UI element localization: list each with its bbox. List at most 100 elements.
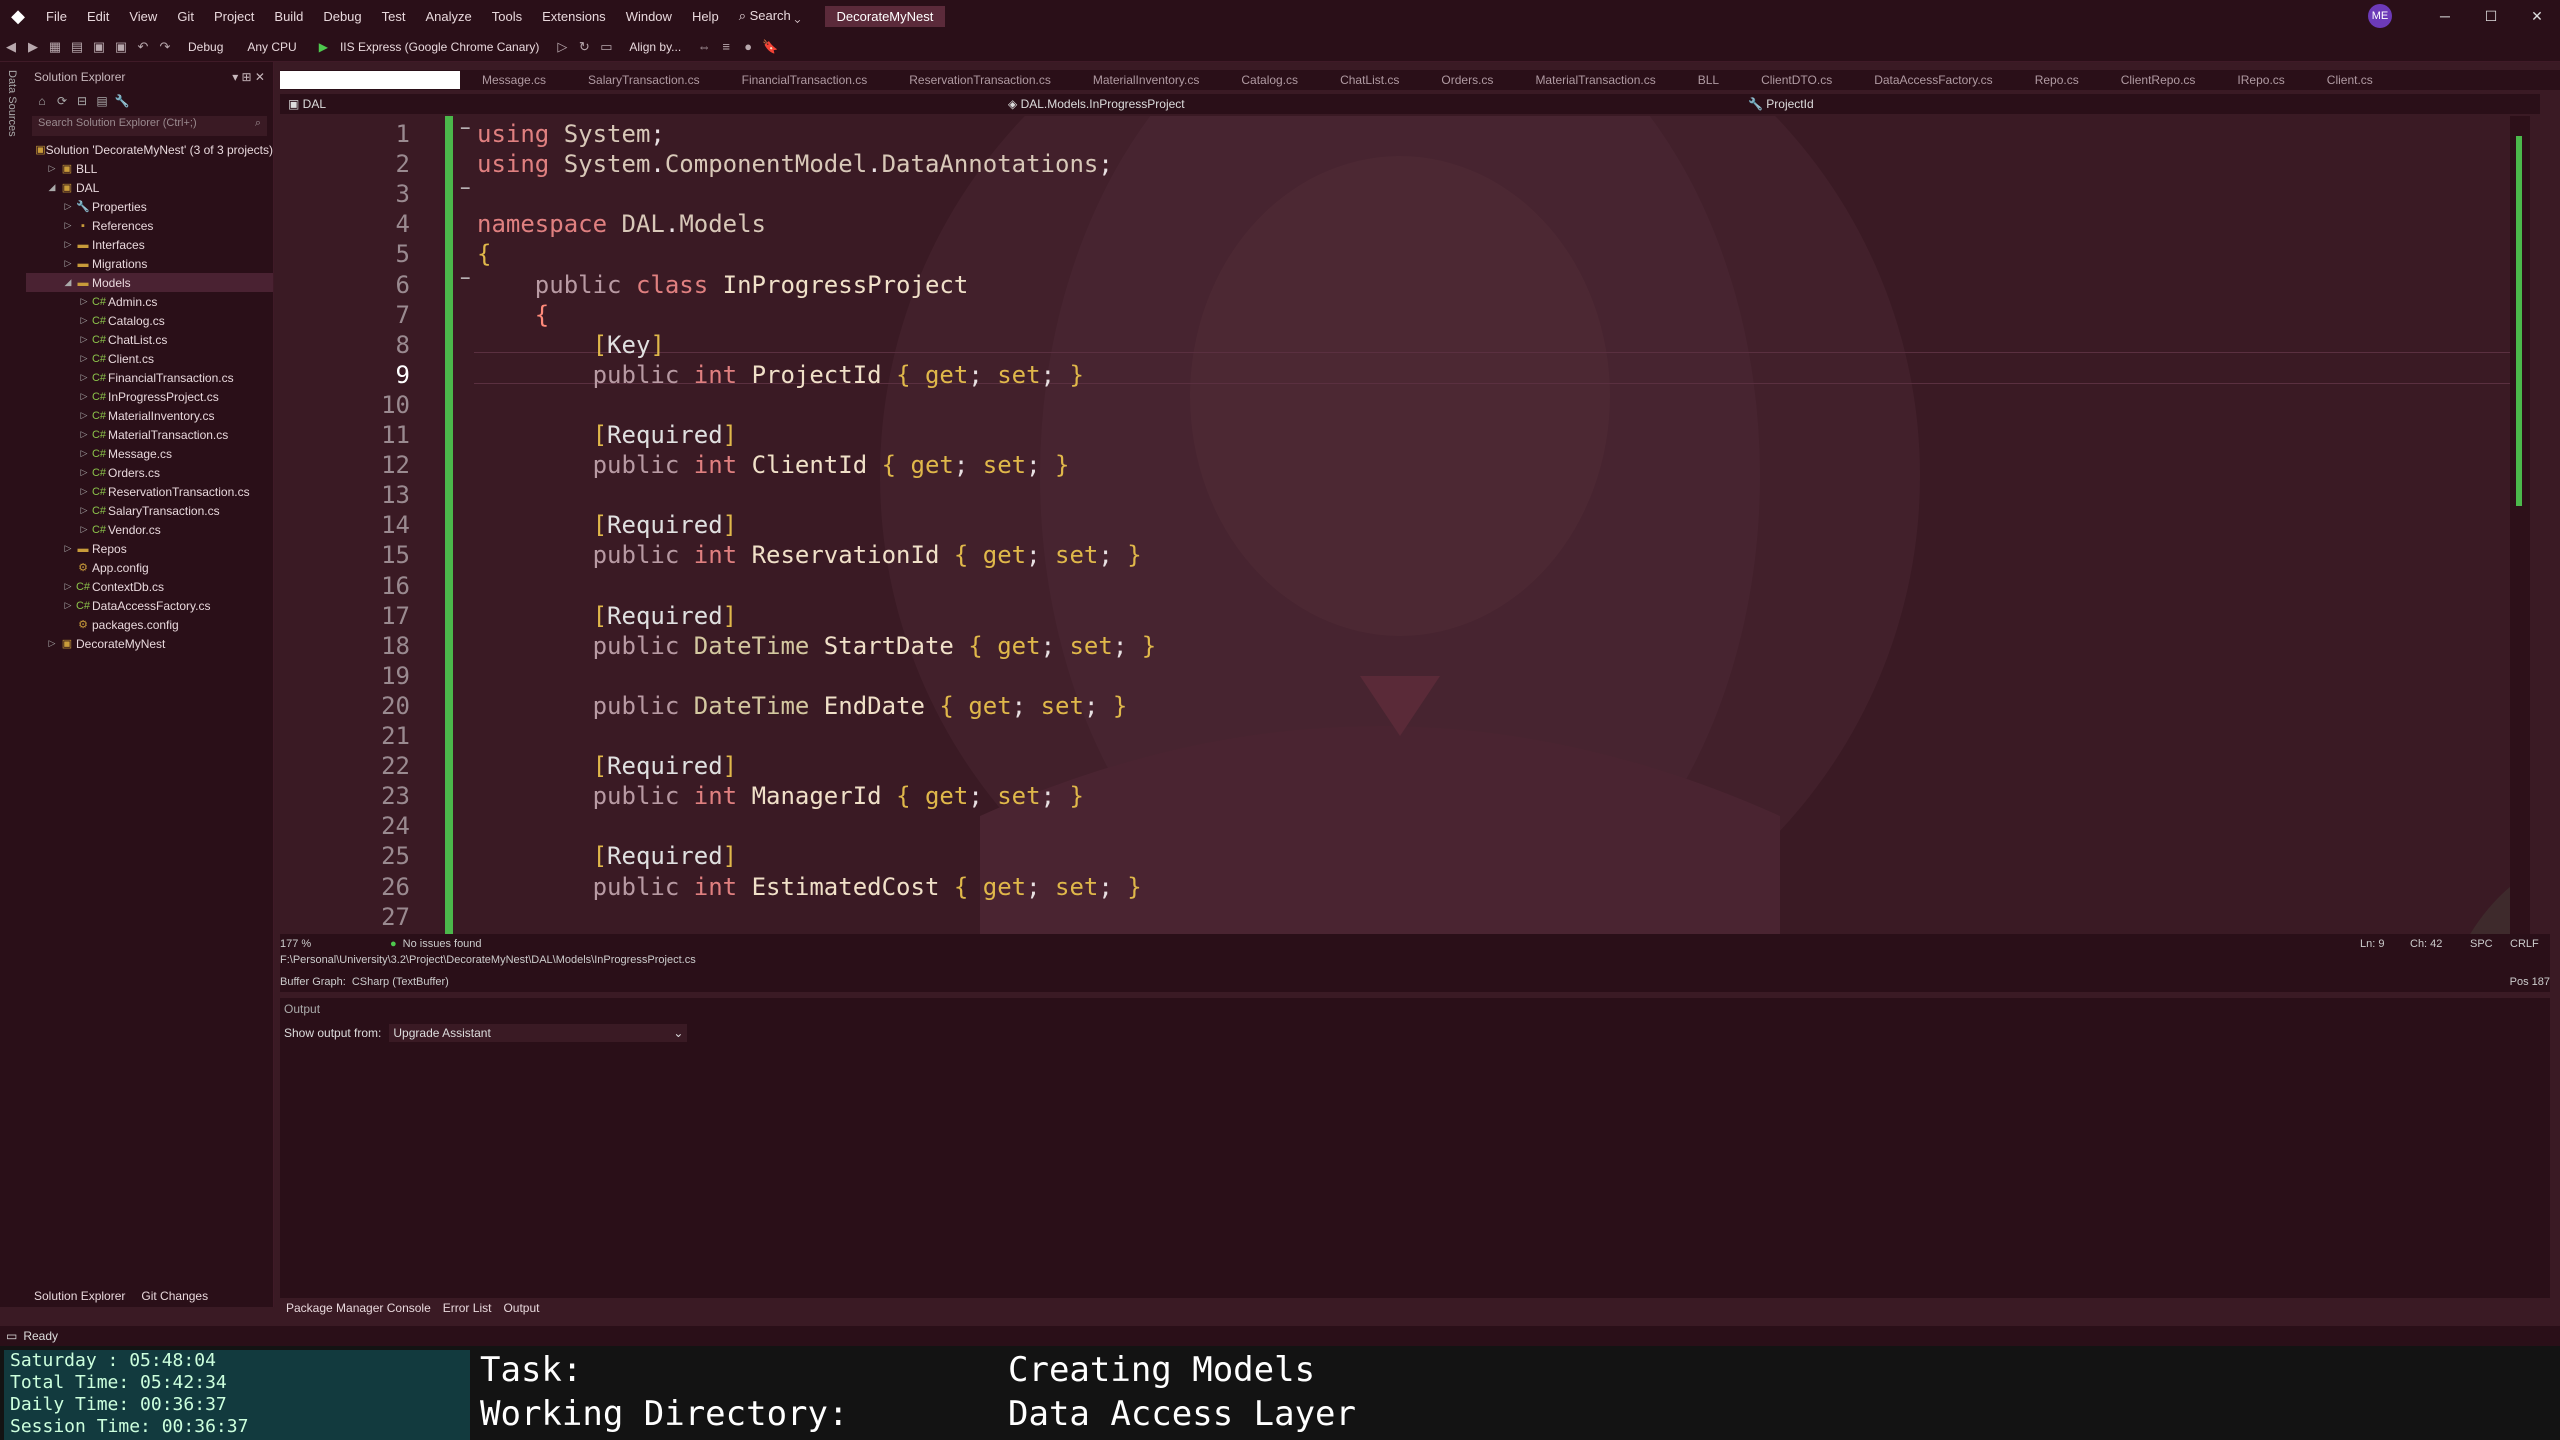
- editor-tab[interactable]: ReservationTransaction.cs: [909, 73, 1071, 87]
- expander-icon[interactable]: ◢: [46, 182, 58, 193]
- code-line[interactable]: public DateTime EndDate { get; set; }: [477, 692, 1128, 720]
- minimize-button[interactable]: ─: [2422, 8, 2468, 24]
- forward-icon[interactable]: ▶: [22, 39, 44, 55]
- run-target-button[interactable]: IIS Express (Google Chrome Canary): [332, 38, 547, 56]
- expander-icon[interactable]: ▷: [62, 239, 74, 250]
- solution-search-input[interactable]: Search Solution Explorer (Ctrl+;) ⌕: [32, 116, 267, 136]
- expander-icon[interactable]: ▷: [78, 505, 90, 516]
- undo-icon[interactable]: ↶: [132, 39, 154, 55]
- menu-test[interactable]: Test: [372, 9, 416, 24]
- editor-tab[interactable]: Message.cs: [482, 73, 566, 87]
- fold-toggle-icon[interactable]: −: [460, 268, 471, 289]
- editor-tab[interactable]: IRepo.cs: [2237, 73, 2304, 87]
- tree-item[interactable]: ▷ C# InProgressProject.cs: [26, 387, 273, 406]
- expander-icon[interactable]: ▷: [78, 410, 90, 421]
- open-folder-icon[interactable]: ▤: [66, 39, 88, 55]
- tree-item[interactable]: ▷ C# ChatList.cs: [26, 330, 273, 349]
- menu-analyze[interactable]: Analyze: [415, 9, 481, 24]
- issues-indicator[interactable]: No issues found: [403, 938, 563, 950]
- editor-tab[interactable]: DataAccessFactory.cs: [1874, 73, 2012, 87]
- code-line[interactable]: public int ProjectId { get; set; }: [477, 361, 1084, 389]
- tree-item[interactable]: ▷ 🔧 Properties: [26, 197, 273, 216]
- collapse-all-icon[interactable]: ⊟: [72, 94, 92, 108]
- member-dropdown[interactable]: 🔧 ProjectId: [1748, 97, 1814, 111]
- expander-icon[interactable]: ▷: [78, 524, 90, 535]
- sync-icon[interactable]: ⟳: [52, 94, 72, 108]
- tree-item[interactable]: ▷ C# Message.cs: [26, 444, 273, 463]
- tree-item[interactable]: ▷ ▪ References: [26, 216, 273, 235]
- visual-studio-logo-icon[interactable]: ◆: [0, 0, 36, 32]
- code-line[interactable]: public int EstimatedCost { get; set; }: [477, 873, 1142, 901]
- expander-icon[interactable]: ▷: [62, 220, 74, 231]
- back-icon[interactable]: ◀: [0, 39, 22, 55]
- tree-item[interactable]: ▷ ▣ DecorateMyNest: [26, 634, 273, 653]
- tree-item[interactable]: ▷ C# Catalog.cs: [26, 311, 273, 330]
- tree-item[interactable]: ▷ C# Orders.cs: [26, 463, 273, 482]
- editor-tab[interactable]: MaterialInventory.cs: [1093, 73, 1219, 87]
- fold-toggle-icon[interactable]: −: [460, 118, 471, 139]
- editor-tab[interactable]: BLL: [1698, 73, 1739, 87]
- panel-tab[interactable]: Solution Explorer: [26, 1289, 133, 1303]
- run-icon[interactable]: ▶: [319, 40, 328, 54]
- tree-item[interactable]: ▷ C# MaterialInventory.cs: [26, 406, 273, 425]
- editor-tab[interactable]: FinancialTransaction.cs: [742, 73, 888, 87]
- fold-toggle-icon[interactable]: −: [460, 178, 471, 199]
- expander-icon[interactable]: ▷: [78, 391, 90, 402]
- menu-extensions[interactable]: Extensions: [532, 9, 616, 24]
- platform-dropdown[interactable]: Any CPU: [239, 38, 304, 56]
- tree-item[interactable]: ▷ C# Vendor.cs: [26, 520, 273, 539]
- tree-item[interactable]: ⚙ App.config: [26, 558, 273, 577]
- active-tab-blank[interactable]: [280, 71, 460, 89]
- tree-item[interactable]: ▷ C# ReservationTransaction.cs: [26, 482, 273, 501]
- align-icon[interactable]: ⇔: [693, 39, 715, 54]
- tree-item[interactable]: ▷ C# Admin.cs: [26, 292, 273, 311]
- start-without-debugging-icon[interactable]: ▷: [551, 39, 573, 55]
- save-all-icon[interactable]: ▣: [110, 39, 132, 55]
- tree-item[interactable]: ◢ ▬ Models: [26, 273, 273, 292]
- expander-icon[interactable]: ▷: [62, 201, 74, 212]
- editor-tab[interactable]: Client.cs: [2327, 73, 2393, 87]
- expander-icon[interactable]: ▷: [78, 372, 90, 383]
- tree-item[interactable]: ◢ ▣ DAL: [26, 178, 273, 197]
- new-item-icon[interactable]: ▦: [44, 39, 66, 55]
- tree-item[interactable]: ▷ C# SalaryTransaction.cs: [26, 501, 273, 520]
- line-ending-indicator[interactable]: CRLF: [2510, 938, 2550, 950]
- expander-icon[interactable]: ▷: [78, 486, 90, 497]
- menu-help[interactable]: Help: [682, 9, 729, 24]
- expander-icon[interactable]: ▷: [62, 258, 74, 269]
- menu-edit[interactable]: Edit: [77, 9, 119, 24]
- show-all-files-icon[interactable]: ▤: [92, 94, 112, 108]
- tree-item[interactable]: ▷ ▬ Repos: [26, 539, 273, 558]
- code-line[interactable]: [Required]: [477, 421, 738, 449]
- tree-item[interactable]: ⚙ packages.config: [26, 615, 273, 634]
- code-line[interactable]: public int ReservationId { get; set; }: [477, 541, 1142, 569]
- menu-git[interactable]: Git: [167, 9, 204, 24]
- browser-link-icon[interactable]: ▭: [595, 39, 617, 55]
- tree-item[interactable]: ▷ ▣ BLL: [26, 159, 273, 178]
- pane-controls[interactable]: ▾ ⊞ ✕: [232, 70, 265, 90]
- scrollbar-thumb[interactable]: [2516, 136, 2522, 506]
- refresh-icon[interactable]: ↻: [573, 39, 595, 55]
- code-line[interactable]: public int ClientId { get; set; }: [477, 451, 1070, 479]
- editor-tab[interactable]: Repo.cs: [2035, 73, 2099, 87]
- zoom-level[interactable]: 177 %: [280, 938, 390, 950]
- format-icon[interactable]: ≡: [715, 39, 737, 54]
- tree-item[interactable]: ▷ C# Client.cs: [26, 349, 273, 368]
- data-sources-tab[interactable]: Data Sources: [6, 70, 18, 137]
- align-by-dropdown[interactable]: Align by...: [621, 38, 689, 56]
- home-icon[interactable]: ⌂: [32, 94, 52, 108]
- expander-icon[interactable]: ▷: [78, 296, 90, 307]
- panel-tab[interactable]: Error List: [437, 1301, 498, 1315]
- expander-icon[interactable]: ▷: [78, 429, 90, 440]
- expander-icon[interactable]: ▷: [46, 638, 58, 649]
- code-line[interactable]: [Required]: [477, 752, 738, 780]
- code-line[interactable]: namespace DAL.Models: [477, 210, 766, 238]
- buffer-graph-dropdown[interactable]: CSharp (TextBuffer): [352, 976, 449, 988]
- code-line[interactable]: [Required]: [477, 602, 738, 630]
- menu-file[interactable]: File: [36, 9, 77, 24]
- tree-item[interactable]: ▷ C# FinancialTransaction.cs: [26, 368, 273, 387]
- expander-icon[interactable]: ▷: [46, 163, 58, 174]
- maximize-button[interactable]: ☐: [2468, 8, 2514, 25]
- code-line[interactable]: public class InProgressProject: [477, 271, 969, 299]
- panel-tab[interactable]: Output: [497, 1301, 545, 1315]
